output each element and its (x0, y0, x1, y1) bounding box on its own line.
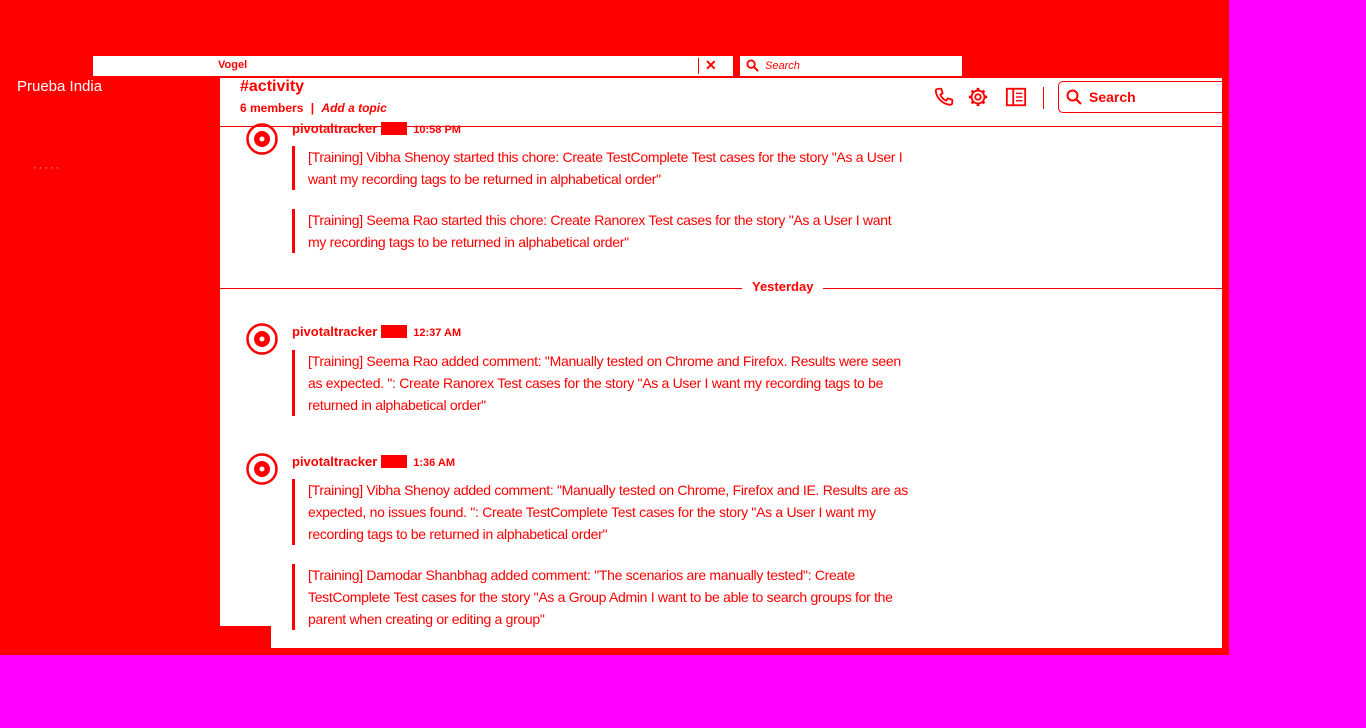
message-header: pivotaltracker 1:36 AM (292, 454, 455, 469)
search-icon (746, 59, 759, 72)
channel-pane: #activity 6 members | Add a topic Search… (220, 78, 1222, 648)
sender-name[interactable]: pivotaltracker (292, 454, 377, 469)
phone-icon[interactable] (933, 86, 955, 108)
workspace-name[interactable]: Prueba India (17, 78, 102, 95)
topbar-filter-input[interactable]: Vogel ✕ (93, 56, 733, 76)
app-window: Vogel ✕ Search Prueba India ····· #activ… (0, 0, 1229, 655)
pivotal-logo-icon[interactable] (246, 123, 278, 155)
message-attachment: [Training] Seema Rao started this chore:… (292, 209, 908, 253)
message-timestamp[interactable]: 1:36 AM (413, 457, 455, 469)
app-badge (381, 325, 408, 338)
channel-title[interactable]: #activity (240, 78, 304, 96)
message-header: pivotaltracker 10:58 PM (292, 121, 461, 136)
sidebar-corner (220, 626, 271, 655)
pivotal-logo-icon[interactable] (246, 323, 278, 355)
channel-search-input[interactable]: Search (1058, 81, 1222, 113)
channel-search-label: Search (1089, 89, 1136, 105)
sender-name[interactable]: pivotaltracker (292, 121, 377, 136)
message-header: pivotaltracker 12:37 AM (292, 324, 461, 339)
meta-separator: | (310, 101, 315, 115)
sidebar-faint-label: ····· (33, 162, 62, 174)
channel-header: #activity 6 members | Add a topic Search (220, 78, 1222, 127)
clear-icon[interactable]: ✕ (705, 57, 717, 74)
message-attachment: [Training] Vibha Shenoy started this cho… (292, 146, 908, 190)
message-attachment: [Training] Vibha Shenoy added comment: "… (292, 479, 908, 545)
app-badge (381, 455, 408, 468)
search-icon (1066, 89, 1082, 105)
gear-icon[interactable] (967, 86, 989, 108)
add-topic-link[interactable]: Add a topic (321, 101, 386, 115)
channel-meta: 6 members | Add a topic (240, 101, 387, 115)
message-timestamp[interactable]: 12:37 AM (413, 327, 461, 339)
day-divider-label: Yesterday (742, 279, 824, 294)
topbar-input-divider (698, 58, 699, 74)
day-divider-line (220, 288, 1222, 289)
sidebar-toggle-icon[interactable] (1005, 86, 1027, 108)
topbar-filter-value: Vogel (218, 59, 248, 71)
app-badge (381, 122, 408, 135)
sender-name[interactable]: pivotaltracker (292, 324, 377, 339)
topbar-search-placeholder: Search (765, 60, 800, 72)
topbar-search-input[interactable]: Search (740, 56, 962, 76)
message-attachment: [Training] Seema Rao added comment: "Man… (292, 350, 908, 416)
message-attachment: [Training] Damodar Shanbhag added commen… (292, 564, 908, 630)
header-divider (1043, 87, 1044, 109)
message-timestamp[interactable]: 10:58 PM (413, 124, 461, 136)
member-count[interactable]: 6 members (240, 101, 303, 115)
pivotal-logo-icon[interactable] (246, 453, 278, 485)
